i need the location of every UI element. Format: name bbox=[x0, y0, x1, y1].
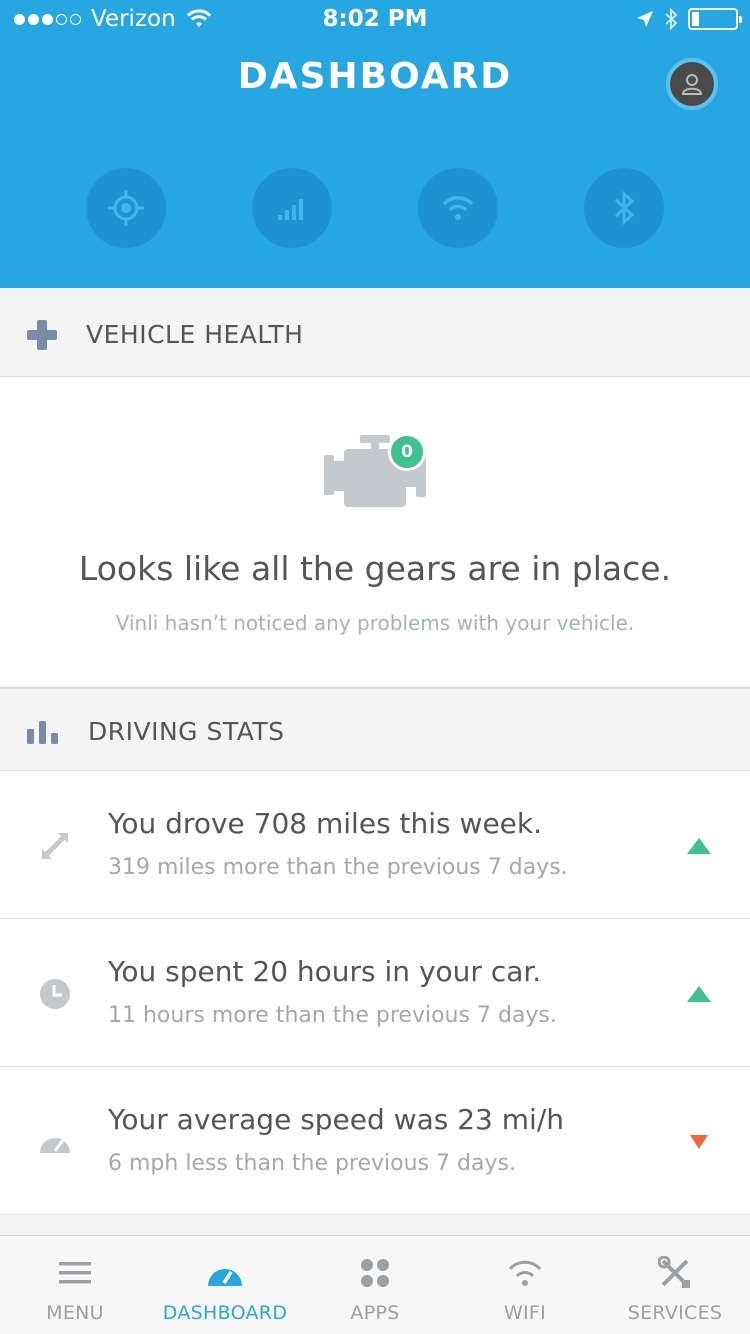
tab-label: WIFI bbox=[503, 1302, 547, 1324]
locate-icon bbox=[108, 190, 144, 226]
stat-subtitle: 11 hours more than the previous 7 days. bbox=[108, 1003, 557, 1028]
tools-icon bbox=[658, 1256, 690, 1288]
health-message: Looks like all the gears are in place. bbox=[78, 549, 672, 588]
tab-services[interactable]: SERVICES bbox=[600, 1236, 750, 1334]
driving-stats-title: DRIVING STATS bbox=[88, 717, 285, 746]
signal-bars-icon bbox=[278, 199, 303, 220]
tab-bar: MENU DASHBOARD APPS WIFI SERVICES bbox=[0, 1235, 750, 1334]
battery-icon bbox=[688, 8, 742, 30]
tab-label: DASHBOARD bbox=[162, 1302, 288, 1324]
tab-label: MENU bbox=[46, 1302, 104, 1324]
tab-wifi[interactable]: WIFI bbox=[450, 1236, 600, 1334]
signal-button[interactable] bbox=[252, 168, 332, 248]
location-arrow-icon bbox=[637, 11, 653, 27]
driving-stats-header: DRIVING STATS bbox=[0, 687, 750, 771]
trend-down-icon bbox=[690, 1135, 708, 1149]
user-icon bbox=[681, 74, 703, 95]
status-bar: Verizon 8:02 PM bbox=[0, 0, 750, 40]
plus-cross-icon bbox=[27, 320, 57, 350]
vehicle-health-header: VEHICLE HEALTH bbox=[0, 292, 750, 377]
stat-subtitle: 319 miles more than the previous 7 days. bbox=[108, 855, 568, 880]
expand-arrows-icon bbox=[42, 833, 68, 859]
speedometer-icon bbox=[40, 1138, 70, 1153]
wifi-icon bbox=[508, 1260, 542, 1286]
stat-title: Your average speed was 23 mi/h bbox=[108, 1103, 564, 1136]
trend-up-icon bbox=[687, 986, 711, 1002]
bar-chart-icon bbox=[27, 721, 58, 744]
clock-icon bbox=[40, 979, 70, 1009]
profile-avatar-button[interactable] bbox=[666, 58, 718, 110]
quick-actions bbox=[0, 168, 750, 248]
locate-button[interactable] bbox=[86, 168, 166, 248]
apps-icon bbox=[361, 1259, 389, 1287]
bluetooth-icon bbox=[614, 191, 635, 225]
tab-label: SERVICES bbox=[627, 1302, 723, 1324]
stat-title: You spent 20 hours in your car. bbox=[108, 955, 542, 988]
tab-apps[interactable]: APPS bbox=[300, 1236, 450, 1334]
stat-title: You drove 708 miles this week. bbox=[108, 807, 543, 840]
health-sub-message: Vinli hasn’t noticed any problems with y… bbox=[115, 611, 635, 635]
stat-row-time[interactable]: You spent 20 hours in your car. 11 hours… bbox=[0, 919, 750, 1067]
trend-up-icon bbox=[687, 838, 711, 854]
stat-row-distance[interactable]: You drove 708 miles this week. 319 miles… bbox=[0, 771, 750, 919]
tab-menu[interactable]: MENU bbox=[0, 1236, 150, 1334]
app-header: Verizon 8:02 PM DASHBOARD bbox=[0, 0, 750, 288]
wifi-icon bbox=[442, 196, 474, 220]
dashboard-icon bbox=[208, 1269, 242, 1286]
page-title: DASHBOARD bbox=[237, 56, 513, 97]
tab-label: APPS bbox=[350, 1302, 400, 1324]
stat-subtitle: 6 mph less than the previous 7 days. bbox=[108, 1151, 516, 1176]
wifi-button[interactable] bbox=[418, 168, 498, 248]
vehicle-health-card: Looks like all the gears are in place. V… bbox=[0, 377, 750, 685]
bluetooth-button[interactable] bbox=[584, 168, 664, 248]
issue-count-badge: 0 bbox=[388, 433, 426, 471]
bluetooth-status-icon bbox=[665, 8, 678, 30]
vehicle-health-title: VEHICLE HEALTH bbox=[86, 320, 304, 349]
status-right bbox=[636, 8, 742, 30]
stat-row-speed[interactable]: Your average speed was 23 mi/h 6 mph les… bbox=[0, 1067, 750, 1215]
tab-dashboard[interactable]: DASHBOARD bbox=[150, 1236, 300, 1334]
menu-icon bbox=[59, 1262, 91, 1284]
